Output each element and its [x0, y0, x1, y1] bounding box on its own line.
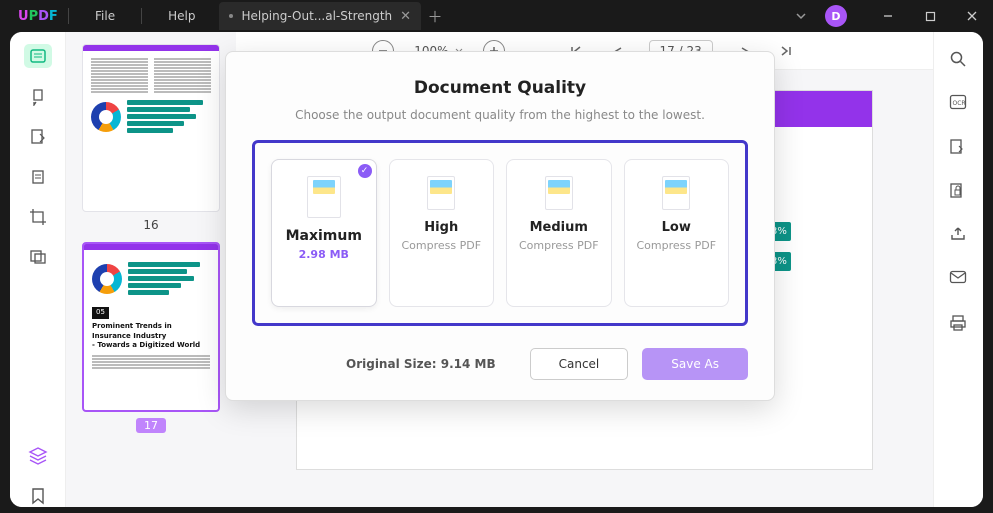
divider: [141, 8, 142, 24]
dialog-subtitle: Choose the output document quality from …: [252, 108, 748, 122]
edit-tool-icon[interactable]: [27, 126, 49, 148]
quality-option-low[interactable]: Low Compress PDF: [624, 159, 730, 307]
maximize-button[interactable]: [909, 0, 951, 32]
menu-help[interactable]: Help: [150, 9, 213, 23]
divider: [68, 8, 69, 24]
quality-option-sub: Compress PDF: [515, 239, 603, 252]
dialog-footer: Original Size: 9.14 MB Cancel Save As: [252, 348, 748, 380]
crop-tool-icon[interactable]: [27, 206, 49, 228]
thumbnail-page-number: 16: [82, 218, 220, 232]
window-menu-icon[interactable]: [795, 10, 807, 22]
quality-option-title: Medium: [515, 220, 603, 235]
quality-option-size: 2.98 MB: [280, 248, 368, 261]
quality-option-title: Low: [633, 220, 721, 235]
layers-icon[interactable]: [27, 445, 49, 467]
save-as-button[interactable]: Save As: [642, 348, 748, 380]
quality-option-sub: Compress PDF: [633, 239, 721, 252]
page-thumbnail[interactable]: 05 Prominent Trends in Insurance Industr…: [82, 242, 220, 412]
print-icon[interactable]: [949, 314, 969, 334]
thumbnail-panel: 16 05 Prominent Trends in Insurance Indu…: [66, 32, 236, 507]
quality-preview-icon: [662, 176, 690, 210]
thumbnail-page-number: 17: [82, 418, 220, 432]
user-avatar[interactable]: D: [825, 5, 847, 27]
quality-preview-icon: [307, 176, 341, 218]
redact-tool-icon[interactable]: [27, 246, 49, 268]
reader-mode-icon[interactable]: [24, 44, 52, 68]
close-tab-icon[interactable]: ✕: [400, 9, 411, 24]
quality-option-maximum[interactable]: ✓ Maximum 2.98 MB: [271, 159, 377, 307]
add-tab-button[interactable]: ＋: [421, 6, 449, 27]
quality-option-title: High: [398, 220, 486, 235]
quality-option-medium[interactable]: Medium Compress PDF: [506, 159, 612, 307]
quality-preview-icon: [427, 176, 455, 210]
document-quality-dialog: Document Quality Choose the output docum…: [225, 51, 775, 401]
window-controls: [867, 0, 993, 32]
app-logo: UPDF: [0, 9, 60, 24]
dialog-title: Document Quality: [252, 78, 748, 98]
quality-preview-icon: [545, 176, 573, 210]
right-tool-rail: OCR: [933, 32, 983, 507]
bookmark-icon[interactable]: [27, 485, 49, 507]
page-thumbnail[interactable]: [82, 44, 220, 212]
quality-option-sub: Compress PDF: [398, 239, 486, 252]
original-size-label: Original Size: 9.14 MB: [346, 357, 496, 371]
quality-options: ✓ Maximum 2.98 MB High Compress PDF Medi…: [252, 140, 748, 326]
last-page-button[interactable]: [775, 40, 797, 62]
close-window-button[interactable]: [951, 0, 993, 32]
titlebar: UPDF File Help Helping-Out...al-Strength…: [0, 0, 993, 32]
document-tab[interactable]: Helping-Out...al-Strength ✕: [219, 2, 421, 30]
share-icon[interactable]: [949, 226, 969, 246]
left-tool-rail: [10, 32, 66, 507]
tab-title: Helping-Out...al-Strength: [241, 9, 392, 23]
tab-indicator-icon: [229, 14, 233, 18]
quality-option-title: Maximum: [280, 228, 368, 244]
cancel-button[interactable]: Cancel: [530, 348, 629, 380]
email-icon[interactable]: [949, 270, 969, 290]
quality-option-high[interactable]: High Compress PDF: [389, 159, 495, 307]
comment-tool-icon[interactable]: [27, 86, 49, 108]
selected-check-icon: ✓: [358, 164, 372, 178]
svg-text:OCR: OCR: [952, 100, 965, 107]
menu-file[interactable]: File: [77, 9, 133, 23]
protect-icon[interactable]: [949, 182, 969, 202]
organize-tool-icon[interactable]: [27, 166, 49, 188]
ocr-icon[interactable]: OCR: [949, 94, 969, 114]
minimize-button[interactable]: [867, 0, 909, 32]
search-icon[interactable]: [949, 50, 969, 70]
convert-icon[interactable]: [949, 138, 969, 158]
